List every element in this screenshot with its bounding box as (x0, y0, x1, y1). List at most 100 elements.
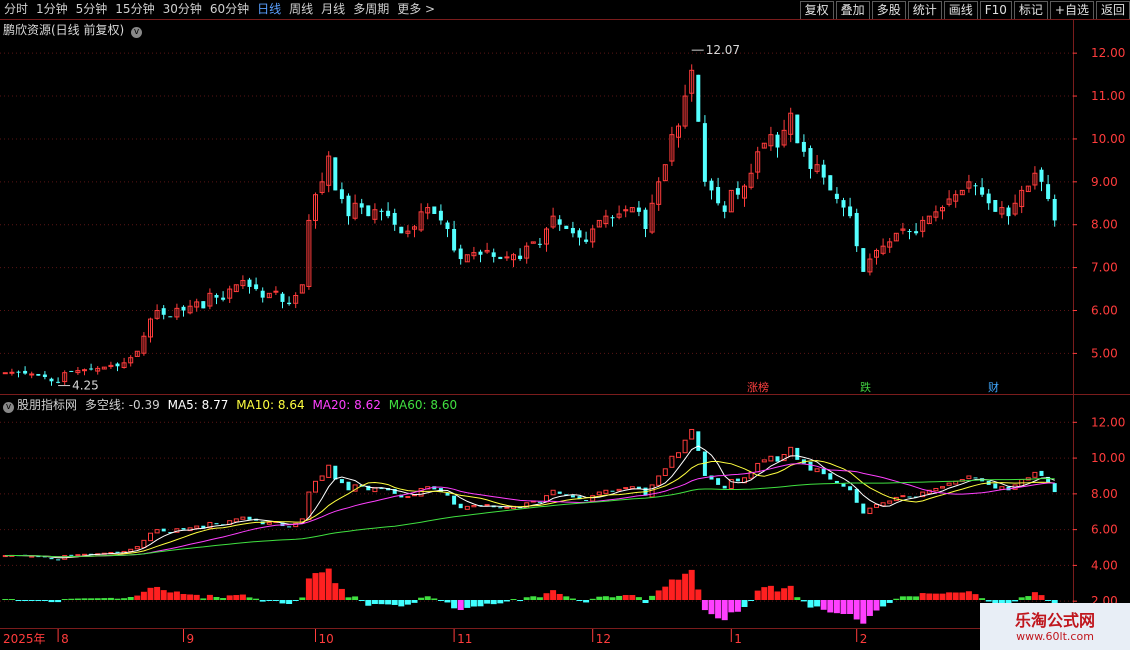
momentum-bar (866, 600, 873, 616)
momentum-bar (213, 596, 220, 600)
momentum-bar (886, 600, 893, 603)
momentum-bar (444, 600, 451, 603)
indicator-candle (570, 495, 575, 498)
candle-body (339, 189, 344, 199)
indicator-candle (603, 489, 609, 494)
momentum-bar (246, 597, 253, 600)
candle-body (23, 370, 28, 374)
ma5-value: MA5: 8.77 (167, 398, 229, 412)
candle-body (49, 378, 54, 382)
indicator-candle (346, 481, 351, 491)
indicator-candle (452, 495, 457, 505)
momentum-bar (101, 598, 108, 600)
indicator-candle (656, 475, 662, 486)
indicator-candle (247, 516, 252, 520)
candle-body (993, 199, 998, 212)
candle-body (161, 308, 166, 315)
indicator-candle (907, 496, 912, 498)
candle-body (359, 203, 364, 208)
candle-body (1039, 169, 1044, 182)
momentum-bar (431, 598, 438, 600)
indicator-candle (669, 455, 675, 468)
indicator-candle (610, 490, 615, 492)
indicator-candle (464, 505, 470, 510)
indicator-candle (504, 506, 510, 509)
momentum-bar (695, 589, 702, 600)
momentum-bar (28, 600, 35, 601)
candle-body (478, 251, 483, 255)
price-tick-label: 7.00 (1091, 261, 1118, 275)
indicator-candle (537, 501, 542, 503)
date-month-label: 8 (61, 632, 69, 646)
momentum-bar (919, 593, 926, 600)
momentum-bar (490, 600, 497, 605)
badge-down[interactable]: 跌 (858, 379, 873, 395)
indicator-candle (333, 465, 338, 480)
momentum-bar (794, 597, 801, 600)
candle-body (221, 297, 226, 300)
badge-up-rank[interactable]: 涨榜 (745, 379, 771, 395)
candle-body (564, 225, 569, 230)
stock-chart[interactable]: 5.00 6.00 7.00 8.00 9.00 10.00 11.00 12.00 12.07… (0, 0, 1130, 650)
candle-body (610, 217, 615, 219)
momentum-bar (286, 600, 293, 604)
momentum-bar (767, 585, 774, 600)
momentum-bar (847, 600, 854, 614)
momentum-bar (616, 595, 623, 600)
momentum-bar (378, 600, 385, 605)
indicator-candle (973, 477, 978, 479)
indicator-candle (629, 486, 635, 489)
momentum-bar (1012, 600, 1019, 602)
momentum-bar (352, 596, 359, 600)
momentum-bar (668, 579, 675, 600)
badge-finance[interactable]: 财 (986, 379, 1001, 395)
ma20-value: MA20: 8.62 (312, 398, 381, 412)
indicator-tick-label: 10.00 (1091, 451, 1125, 465)
ma10-value: MA10: 8.64 (236, 398, 305, 412)
momentum-bar (154, 586, 161, 600)
indicator-candle (313, 480, 318, 493)
momentum-bar (134, 595, 141, 600)
momentum-bar (41, 600, 48, 601)
momentum-bar (61, 599, 68, 600)
momentum-bar (563, 596, 570, 600)
momentum-bar (959, 592, 966, 600)
watermark-logo: 乐淘公式网 www.60lt.com (980, 603, 1130, 650)
momentum-bar (385, 600, 392, 605)
momentum-bar (345, 597, 352, 600)
chevron-down-icon[interactable]: v (131, 27, 143, 38)
momentum-bar (523, 597, 530, 600)
momentum-bar (939, 593, 946, 600)
momentum-bar (952, 592, 959, 600)
indicator-candle (148, 532, 153, 542)
momentum-bar (899, 596, 906, 600)
collapse-icon[interactable]: v (3, 402, 14, 413)
momentum-bar (932, 593, 939, 600)
indicator-candle (854, 488, 859, 503)
candle-body (287, 302, 292, 305)
momentum-bar (536, 597, 543, 600)
candle-body (82, 369, 87, 372)
price-tick-label: 12.00 (1091, 46, 1125, 60)
indicator-candle (445, 492, 450, 496)
momentum-bar (160, 590, 167, 600)
momentum-bar (332, 583, 339, 600)
low-price-label: 4.25 (72, 379, 99, 393)
indicator-candle (498, 507, 503, 509)
indicator-candle (134, 546, 140, 550)
candle-body (854, 212, 859, 247)
momentum-bar (15, 600, 22, 601)
indicator-candle (761, 459, 767, 463)
candle-body (273, 290, 279, 293)
indicator-candle (841, 483, 846, 487)
candle-body (973, 185, 978, 187)
ma60-value: MA60: 8.60 (388, 398, 458, 412)
momentum-bar (569, 598, 576, 600)
momentum-bar (649, 595, 656, 600)
candle-body (808, 148, 813, 169)
high-price-label: 12.07 (706, 43, 740, 57)
indicator-candle (471, 504, 477, 508)
indicator-candle (458, 503, 463, 509)
indicator-candle (550, 489, 556, 496)
indicator-candle (154, 529, 160, 534)
